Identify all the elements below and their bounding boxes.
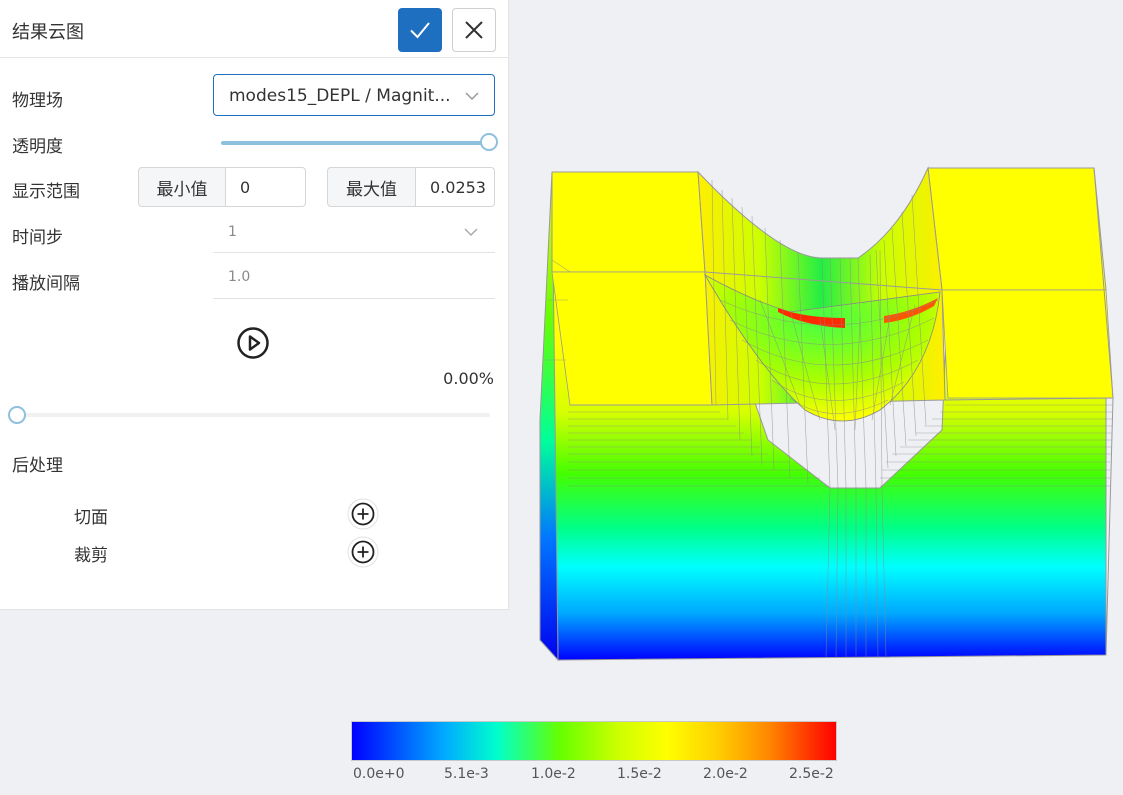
opacity-slider-thumb[interactable] [480,133,498,151]
progress-slider-thumb[interactable] [8,406,26,424]
interval-input[interactable]: 1.0 [213,260,495,298]
interval-label: 播放间隔 [12,274,80,294]
color-legend-bar [351,721,837,761]
timestep-label: 时间步 [12,228,63,248]
max-value-input[interactable]: 0.0253 [416,167,495,207]
progress-slider-track[interactable] [18,413,490,417]
chevron-down-icon [465,92,479,101]
field-label: 物理场 [12,91,63,111]
legend-tick: 2.5e-2 [789,766,834,782]
result-contour-panel: 结果云图 物理场 modes15_DEPL / Magnit... 透明度 显示… [0,0,509,610]
play-circle-icon[interactable] [237,327,269,359]
opacity-label: 透明度 [12,137,63,157]
timestep-value: 1 [228,224,237,240]
chevron-down-icon [464,228,478,237]
field-select[interactable]: modes15_DEPL / Magnit... [213,74,495,116]
interval-underline [213,298,495,299]
legend-tick: 5.1e-3 [444,766,489,782]
check-icon [410,22,430,39]
range-label: 显示范围 [12,182,80,202]
max-value-button[interactable]: 最大值 [327,167,416,207]
close-button[interactable] [452,8,496,52]
opacity-slider-track[interactable] [221,141,486,145]
legend-tick: 0.0e+0 [353,766,405,782]
legend-tick: 1.0e-2 [531,766,576,782]
min-value-input[interactable]: 0 [226,167,306,207]
postprocess-label: 后处理 [12,456,63,476]
progress-percent: 0.00% [443,369,494,388]
result-3d-viewport[interactable] [530,160,1123,680]
panel-title: 结果云图 [12,22,84,43]
legend-tick: 2.0e-2 [703,766,748,782]
field-select-value: modes15_DEPL / Magnit... [229,86,451,106]
timestep-underline [213,252,495,253]
confirm-button[interactable] [398,8,442,52]
clip-label: 裁剪 [74,546,108,566]
timestep-select[interactable]: 1 [213,214,495,252]
min-value-button[interactable]: 最小值 [138,167,226,207]
panel-header: 结果云图 [0,0,509,58]
interval-value: 1.0 [228,269,251,285]
legend-tick: 1.5e-2 [617,766,662,782]
plus-circle-icon[interactable] [347,498,379,530]
close-icon [465,21,483,39]
section-label: 切面 [74,508,108,528]
plus-circle-icon[interactable] [347,536,379,568]
